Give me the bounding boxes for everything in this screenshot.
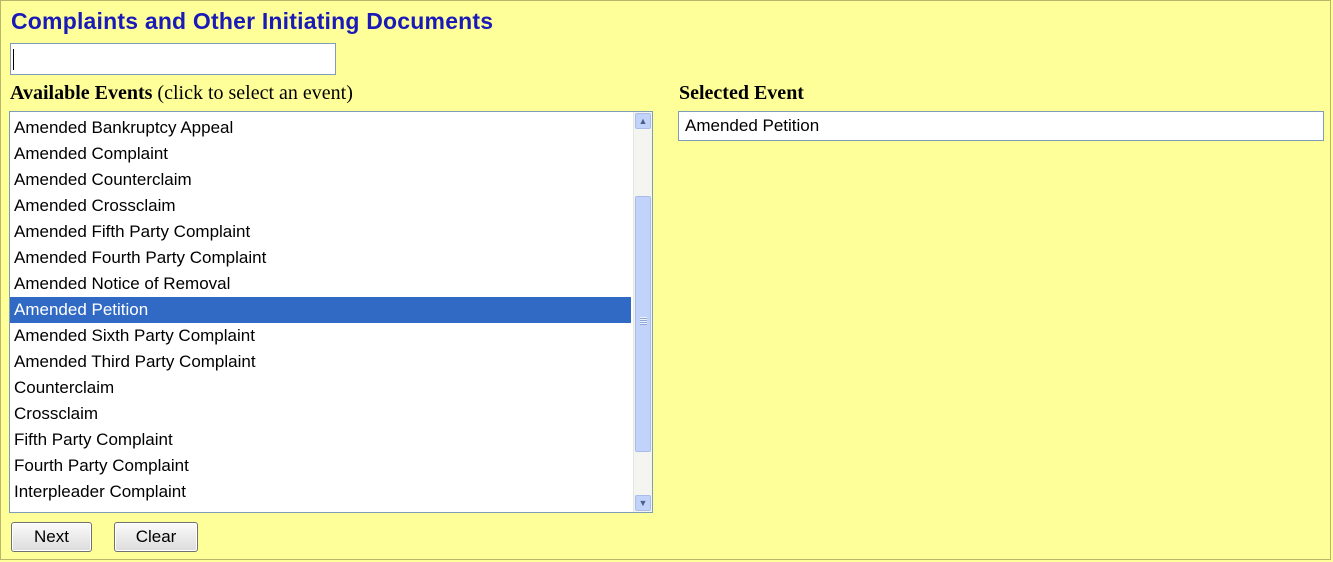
event-item[interactable]: Amended Complaint bbox=[10, 141, 631, 167]
event-item[interactable]: Amended Notice of Removal bbox=[10, 271, 631, 297]
event-item[interactable]: Fourth Party Complaint bbox=[10, 453, 631, 479]
event-item[interactable]: Counterclaim bbox=[10, 375, 631, 401]
next-button[interactable]: Next bbox=[11, 522, 92, 552]
event-item[interactable]: Amended Fifth Party Complaint bbox=[10, 219, 631, 245]
event-item[interactable]: Amended Counterclaim bbox=[10, 167, 631, 193]
text-caret bbox=[13, 49, 14, 70]
event-items: Amended Bankruptcy Appeal Amended Complai… bbox=[10, 115, 631, 505]
grip-icon bbox=[640, 317, 647, 325]
event-item[interactable]: Amended Petition bbox=[10, 297, 631, 323]
event-item[interactable]: Amended Crossclaim bbox=[10, 193, 631, 219]
event-item[interactable]: Amended Fourth Party Complaint bbox=[10, 245, 631, 271]
available-events-title: Available Events bbox=[10, 82, 153, 104]
scroll-down-button[interactable]: ▼ bbox=[635, 495, 651, 511]
search-input[interactable] bbox=[10, 43, 336, 75]
event-item[interactable]: Fifth Party Complaint bbox=[10, 427, 631, 453]
event-item[interactable]: Interpleader Complaint bbox=[10, 479, 631, 505]
scroll-thumb[interactable] bbox=[635, 196, 651, 452]
list-scrollbar[interactable]: ▲ ▼ bbox=[633, 112, 652, 512]
selected-event-label: Selected Event bbox=[679, 82, 804, 104]
available-events-list[interactable]: Amended Bankruptcy Appeal Amended Complai… bbox=[9, 111, 653, 513]
arrow-down-icon: ▼ bbox=[638, 498, 648, 508]
event-item[interactable]: Amended Third Party Complaint bbox=[10, 349, 631, 375]
scroll-up-button[interactable]: ▲ bbox=[635, 113, 651, 129]
available-events-hint: (click to select an event) bbox=[152, 82, 353, 104]
page-title: Complaints and Other Initiating Document… bbox=[11, 8, 494, 34]
selected-event-field: Amended Petition bbox=[678, 111, 1324, 141]
clear-button[interactable]: Clear bbox=[114, 522, 198, 552]
available-events-label: Available Events (click to select an eve… bbox=[10, 82, 353, 105]
event-item[interactable]: Amended Sixth Party Complaint bbox=[10, 323, 631, 349]
event-item[interactable]: Amended Bankruptcy Appeal bbox=[10, 115, 631, 141]
event-item[interactable]: Crossclaim bbox=[10, 401, 631, 427]
arrow-up-icon: ▲ bbox=[638, 116, 648, 126]
